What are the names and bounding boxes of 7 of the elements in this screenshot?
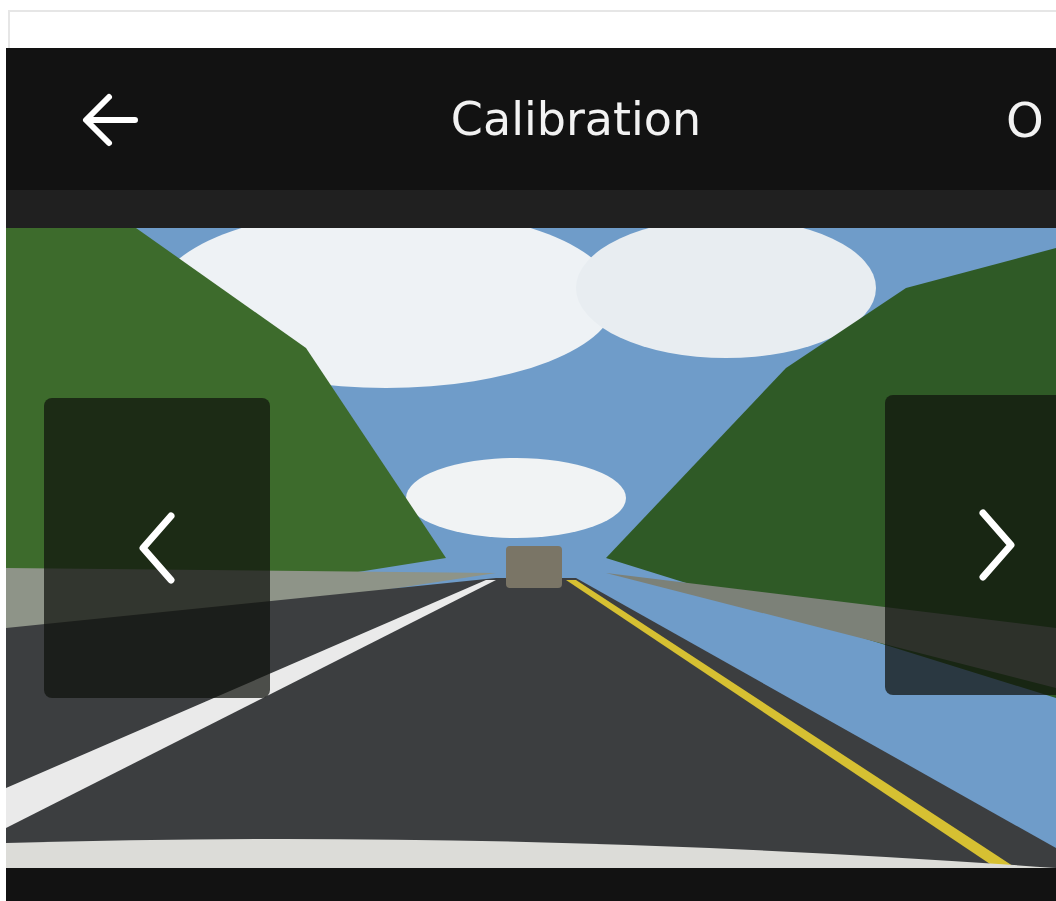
ok-button[interactable]: O <box>1006 92 1044 148</box>
next-button[interactable] <box>885 395 1056 695</box>
previous-button[interactable] <box>44 398 270 698</box>
chevron-right-icon <box>977 509 1017 581</box>
screen-title: Calibration <box>450 92 702 146</box>
back-arrow-icon <box>81 92 139 148</box>
chevron-left-icon <box>137 512 177 584</box>
